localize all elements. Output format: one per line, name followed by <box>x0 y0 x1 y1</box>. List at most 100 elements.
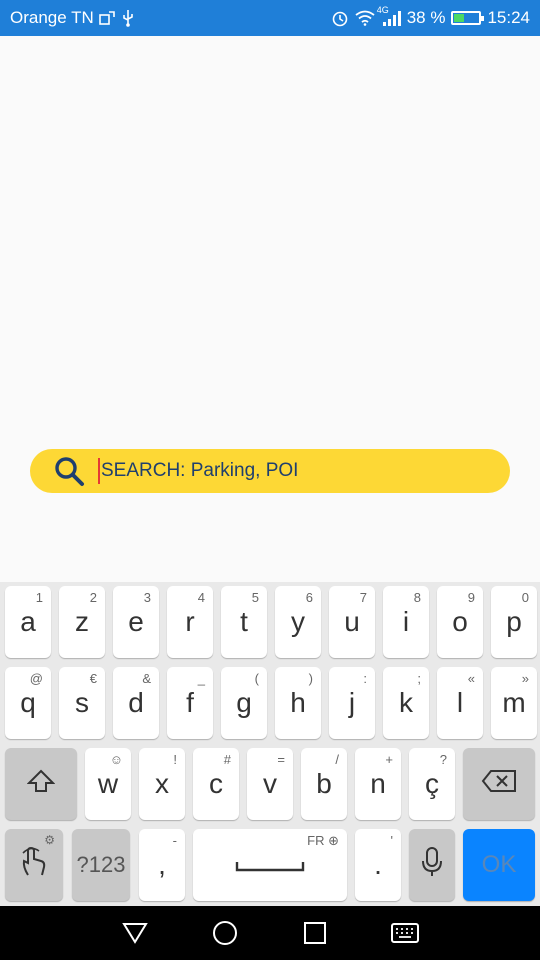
key-secondary-label: 2 <box>89 590 97 605</box>
key-c[interactable]: # c <box>193 748 239 820</box>
usb-icon <box>120 9 136 27</box>
key-main-label: r <box>185 606 195 637</box>
shift-key[interactable] <box>5 748 77 820</box>
key-a[interactable]: 1a <box>5 586 51 658</box>
key-t[interactable]: 5t <box>221 586 267 658</box>
ok-key[interactable]: OK <box>463 829 535 901</box>
key-l[interactable]: «l <box>437 667 483 739</box>
key-secondary-label: 3 <box>143 590 151 605</box>
key-r[interactable]: 4r <box>167 586 213 658</box>
key-main-label: s <box>75 687 89 718</box>
key-o[interactable]: 9o <box>437 586 483 658</box>
battery-icon <box>451 11 485 25</box>
key-s[interactable]: € s <box>59 667 105 739</box>
key-z[interactable]: 2z <box>59 586 105 658</box>
search-icon[interactable] <box>52 454 86 488</box>
key-secondary-label: : <box>363 671 367 686</box>
status-right: 4G 38 % 15:24 <box>331 5 530 28</box>
signal-icon: 4G <box>377 5 401 27</box>
symbols-label: ?123 <box>76 852 126 877</box>
clock-time: 15:24 <box>487 8 530 27</box>
keyboard-switch-button[interactable] <box>385 913 425 953</box>
key-main-label: t <box>240 606 248 637</box>
key-f[interactable]: _ f <box>167 667 213 739</box>
key-w[interactable]: ☺ w <box>85 748 131 820</box>
key-ç[interactable]: ? ç <box>409 748 455 820</box>
globe-icon: ⊕ <box>324 833 339 848</box>
status-left: Orange TN <box>10 8 136 28</box>
key-e[interactable]: 3e <box>113 586 159 658</box>
key-main-label: m <box>502 687 526 718</box>
key-secondary-label: 4 <box>197 590 205 605</box>
key-secondary-label: 9 <box>467 590 475 605</box>
key-secondary-label: « <box>467 671 475 686</box>
comma-secondary: - <box>172 833 177 848</box>
period-main: . <box>374 849 382 880</box>
symbols-key[interactable]: ?123 <box>72 829 130 901</box>
recents-button[interactable] <box>295 913 335 953</box>
key-p[interactable]: 0p <box>491 586 537 658</box>
search-bar[interactable]: SEARCH: Parking, POI <box>30 449 510 493</box>
key-main-label: g <box>236 687 252 718</box>
key-v[interactable]: = v <box>247 748 293 820</box>
key-main-label: j <box>348 687 356 718</box>
text-caret <box>98 458 100 484</box>
key-u[interactable]: 7u <box>329 586 375 658</box>
voice-input-key[interactable] <box>409 829 455 901</box>
shift-icon <box>26 768 56 800</box>
key-secondary-label: » <box>521 671 529 686</box>
key-secondary-label: @ <box>29 671 43 686</box>
key-k[interactable]: ; k <box>383 667 429 739</box>
key-y[interactable]: 6y <box>275 586 321 658</box>
key-x[interactable]: ! x <box>139 748 185 820</box>
keyboard: ⚙ ?123 - , FR ⊕ ' . OK 1 a @ q 2 z € s 3 e & d 4 r _ f 5… <box>0 582 540 906</box>
alarm-icon <box>331 9 349 27</box>
key-main-label: w <box>97 768 119 799</box>
key-main-label: v <box>263 768 277 799</box>
gesture-key[interactable]: ⚙ <box>5 829 63 901</box>
key-secondary-label: / <box>335 752 339 767</box>
key-main-label: p <box>506 606 522 637</box>
wifi-icon <box>355 10 375 26</box>
home-button[interactable] <box>205 913 245 953</box>
carrier-name: Orange TN <box>10 8 94 27</box>
key-main-label: i <box>402 606 410 637</box>
key-secondary-label: ( <box>254 671 259 686</box>
space-key[interactable]: FR ⊕ <box>193 829 347 901</box>
key-main-label: y <box>291 606 305 637</box>
key-secondary-label: € <box>89 671 97 686</box>
period-secondary: ' <box>390 833 393 848</box>
key-m[interactable]: » m <box>491 667 537 739</box>
comma-key[interactable]: - , <box>139 829 185 901</box>
battery-percent: 38 % <box>406 8 446 27</box>
key-d[interactable]: & d <box>113 667 159 739</box>
key-main-label: b <box>316 768 332 799</box>
key-secondary-label: _ <box>197 671 205 686</box>
key-secondary-label: ; <box>417 671 421 686</box>
period-key[interactable]: ' . <box>355 829 401 901</box>
backspace-icon <box>481 768 517 800</box>
key-h[interactable]: ) h <box>275 667 321 739</box>
key-b[interactable]: / b <box>301 748 347 820</box>
language-indicator: FR ⊕ <box>307 833 339 849</box>
key-secondary-label: 8 <box>413 590 421 605</box>
key-main-label: z <box>75 606 89 637</box>
key-secondary-label: ) <box>308 671 313 686</box>
key-secondary-label: ☺ <box>109 752 123 767</box>
key-main-label: l <box>456 687 464 718</box>
key-g[interactable]: (g <box>221 667 267 739</box>
key-secondary-label: 0 <box>521 590 529 605</box>
key-main-label: d <box>128 687 144 718</box>
search-input[interactable]: SEARCH: Parking, POI <box>101 460 298 482</box>
key-i[interactable]: 8i <box>383 586 429 658</box>
key-secondary-label: ? <box>439 752 447 767</box>
key-j[interactable]: :j <box>329 667 375 739</box>
status-bar: Orange TN 4G 38 % 15:24 <box>0 0 540 36</box>
back-button[interactable] <box>115 913 155 953</box>
language-label: FR <box>307 833 325 848</box>
key-n[interactable]: + n <box>355 748 401 820</box>
space-icon <box>235 849 305 881</box>
key-q[interactable]: @ q <box>5 667 51 739</box>
key-secondary-label: & <box>142 671 151 686</box>
backspace-key[interactable] <box>463 748 535 820</box>
